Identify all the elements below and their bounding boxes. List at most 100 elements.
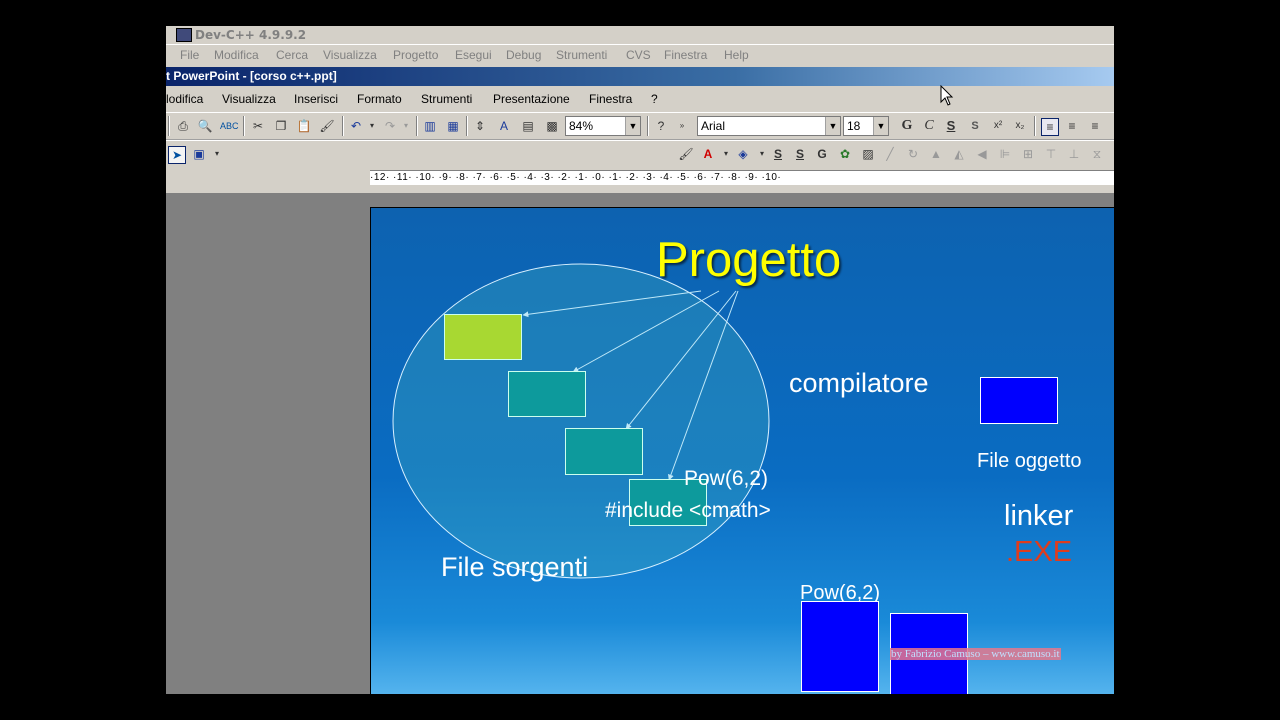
shadow-button[interactable]: S xyxy=(967,118,983,134)
draw-line-icon[interactable]: ╱ xyxy=(882,146,898,162)
format-painter-icon[interactable]: 🖌 xyxy=(678,146,694,162)
rotate-icon[interactable]: ↻ xyxy=(905,146,921,162)
align-objects-bottom-icon[interactable]: ⊥ xyxy=(1066,146,1082,162)
undo-dropdown-icon[interactable]: ▾ xyxy=(364,118,380,134)
devcpp-menu-esegui[interactable]: Esegui xyxy=(455,48,492,62)
print-icon[interactable]: ⎙ xyxy=(175,118,191,134)
devcpp-menu-modifica[interactable]: Modifica xyxy=(214,48,259,62)
pp-menu-modifica[interactable]: lodifica xyxy=(166,92,203,106)
pointer-icon[interactable]: ➤ xyxy=(168,146,186,164)
standard-toolbar: ⎙ 🔍 ABC ✂ ❐ 📋 🖌 ↶ ▾ ↷ ▾ ▥ ▦ ⇕ A ▤ ▩ 84% … xyxy=(166,112,1114,140)
font-color-icon[interactable]: A xyxy=(700,146,716,162)
italic-button[interactable]: C xyxy=(921,118,937,134)
powerpoint-title-bar[interactable]: t PowerPoint - [corso c++.ppt] xyxy=(166,67,1114,86)
object-file-box[interactable] xyxy=(980,377,1058,424)
paste-icon[interactable]: 📋 xyxy=(296,118,312,134)
strikethrough-icon[interactable]: S xyxy=(792,146,808,162)
show-formatting-icon[interactable]: A xyxy=(496,118,512,134)
fill-color-icon[interactable]: ◈ xyxy=(735,146,751,162)
pp-menu-visualizza[interactable]: Visualizza xyxy=(222,92,276,106)
horizontal-ruler: ·12· ·11· ·10· ·9· ·8· ·7· ·6· ·5· ·4· ·… xyxy=(370,170,1114,185)
fill-color-dropdown-icon[interactable]: ▾ xyxy=(754,146,770,162)
devcpp-menu-progetto[interactable]: Progetto xyxy=(393,48,438,62)
distribute-icon[interactable]: ⧖ xyxy=(1089,146,1105,162)
devcpp-menu-cerca[interactable]: Cerca xyxy=(276,48,308,62)
align-objects-top-icon[interactable]: ⊤ xyxy=(1043,146,1059,162)
bold-button[interactable]: G xyxy=(899,118,915,134)
toolbar-options-icon[interactable]: » xyxy=(674,118,690,134)
undo-icon[interactable]: ↶ xyxy=(348,118,364,134)
devcpp-menu-debug[interactable]: Debug xyxy=(506,48,541,62)
grid-icon[interactable]: ▤ xyxy=(520,118,536,134)
design-dropdown-icon[interactable]: ▾ xyxy=(209,146,225,162)
expand-all-icon[interactable]: ⇕ xyxy=(472,118,488,134)
shadow-text-icon[interactable]: S xyxy=(770,146,786,162)
chevron-down-icon[interactable]: ▼ xyxy=(625,117,640,135)
align-left-icon[interactable]: ≡ xyxy=(1041,118,1059,136)
source-files-label: File sorgenti xyxy=(441,552,589,582)
help-icon[interactable]: ? xyxy=(653,118,669,134)
clipart-icon[interactable]: ✿ xyxy=(837,146,853,162)
copy-icon[interactable]: ❐ xyxy=(273,118,289,134)
underline-button[interactable]: S xyxy=(943,118,959,134)
powerpoint-title: t PowerPoint - [corso c++.ppt] xyxy=(166,69,337,83)
spelling-icon[interactable]: ABC xyxy=(220,118,239,134)
powerpoint-menu-bar: lodifica Visualizza Inserisci Formato St… xyxy=(166,88,1114,110)
source-file-box-1[interactable] xyxy=(444,314,522,360)
pow-label-top: Pow(6,2) xyxy=(684,467,769,490)
align-right-icon[interactable]: ≡ xyxy=(1087,118,1103,134)
devcpp-menu-file[interactable]: File xyxy=(180,48,199,62)
insert-picture-icon[interactable]: ▨ xyxy=(860,146,876,162)
source-file-box-3[interactable] xyxy=(565,428,643,475)
cut-icon[interactable]: ✂ xyxy=(250,118,266,134)
desktop-screen: Dev-C++ 4.9.9.2 File Modifica Cerca Visu… xyxy=(166,26,1114,694)
project-ellipse xyxy=(392,263,770,579)
format-painter-icon[interactable]: 🖌 xyxy=(319,118,335,134)
insert-table-icon[interactable]: ▦ xyxy=(445,118,461,134)
devcpp-title-bar[interactable]: Dev-C++ 4.9.9.2 xyxy=(166,26,1114,44)
redo-dropdown-icon[interactable]: ▾ xyxy=(398,118,414,134)
pp-menu-help[interactable]: ? xyxy=(651,92,658,106)
bold-style-icon[interactable]: G xyxy=(814,146,830,162)
print-preview-icon[interactable]: 🔍 xyxy=(197,118,213,134)
design-icon[interactable]: ▣ xyxy=(191,146,207,162)
superscript-button[interactable]: x² xyxy=(990,118,1006,134)
align-center-icon[interactable]: ≡ xyxy=(1064,118,1080,134)
mouse-cursor-icon xyxy=(940,85,954,106)
subscript-button[interactable]: x₂ xyxy=(1012,118,1028,134)
chevron-down-icon[interactable]: ▼ xyxy=(873,117,888,135)
redo-icon[interactable]: ↷ xyxy=(382,118,398,134)
devcpp-menu-help[interactable]: Help xyxy=(724,48,749,62)
pp-menu-inserisci[interactable]: Inserisci xyxy=(294,92,338,106)
pp-menu-finestra[interactable]: Finestra xyxy=(589,92,632,106)
font-color-dropdown-icon[interactable]: ▾ xyxy=(718,146,734,162)
align-objects-left-icon[interactable]: ⊫ xyxy=(997,146,1013,162)
slide[interactable]: Progetto compilatore File oggetto Pow(6,… xyxy=(370,207,1114,694)
devcpp-menu-visualizza[interactable]: Visualizza xyxy=(323,48,377,62)
font-size-value: 18 xyxy=(847,119,861,133)
devcpp-menu-finestra[interactable]: Finestra xyxy=(664,48,707,62)
color-grayscale-icon[interactable]: ▩ xyxy=(544,118,560,134)
pp-menu-formato[interactable]: Formato xyxy=(357,92,402,106)
decrease-size-icon[interactable]: ◭ xyxy=(951,146,967,162)
font-size-select[interactable]: 18 ▼ xyxy=(843,116,889,136)
zoom-select[interactable]: 84% ▼ xyxy=(565,116,641,136)
linker-label: linker xyxy=(1004,500,1074,532)
devcpp-menu-strumenti[interactable]: Strumenti xyxy=(556,48,607,62)
devcpp-app-icon xyxy=(176,28,192,42)
exe-label: .EXE xyxy=(1006,536,1073,568)
chevron-down-icon[interactable]: ▼ xyxy=(825,117,840,135)
arrow-left-icon[interactable]: ◀ xyxy=(974,146,990,162)
include-label: #include <cmath> xyxy=(605,499,771,522)
devcpp-title: Dev-C++ 4.9.9.2 xyxy=(195,28,307,42)
source-file-box-2[interactable] xyxy=(508,371,586,417)
pp-menu-strumenti[interactable]: Strumenti xyxy=(421,92,472,106)
insert-chart-icon[interactable]: ▥ xyxy=(422,118,438,134)
align-objects-center-icon[interactable]: ⊞ xyxy=(1020,146,1036,162)
watermark-text: by Fabrizio Camuso – www.camuso.it xyxy=(890,648,1061,660)
increase-size-icon[interactable]: ▲ xyxy=(928,146,944,162)
font-name-select[interactable]: Arial ▼ xyxy=(697,116,841,136)
devcpp-menu-cvs[interactable]: CVS xyxy=(626,48,651,62)
library-box-1[interactable] xyxy=(801,601,879,692)
pp-menu-presentazione[interactable]: Presentazione xyxy=(493,92,570,106)
